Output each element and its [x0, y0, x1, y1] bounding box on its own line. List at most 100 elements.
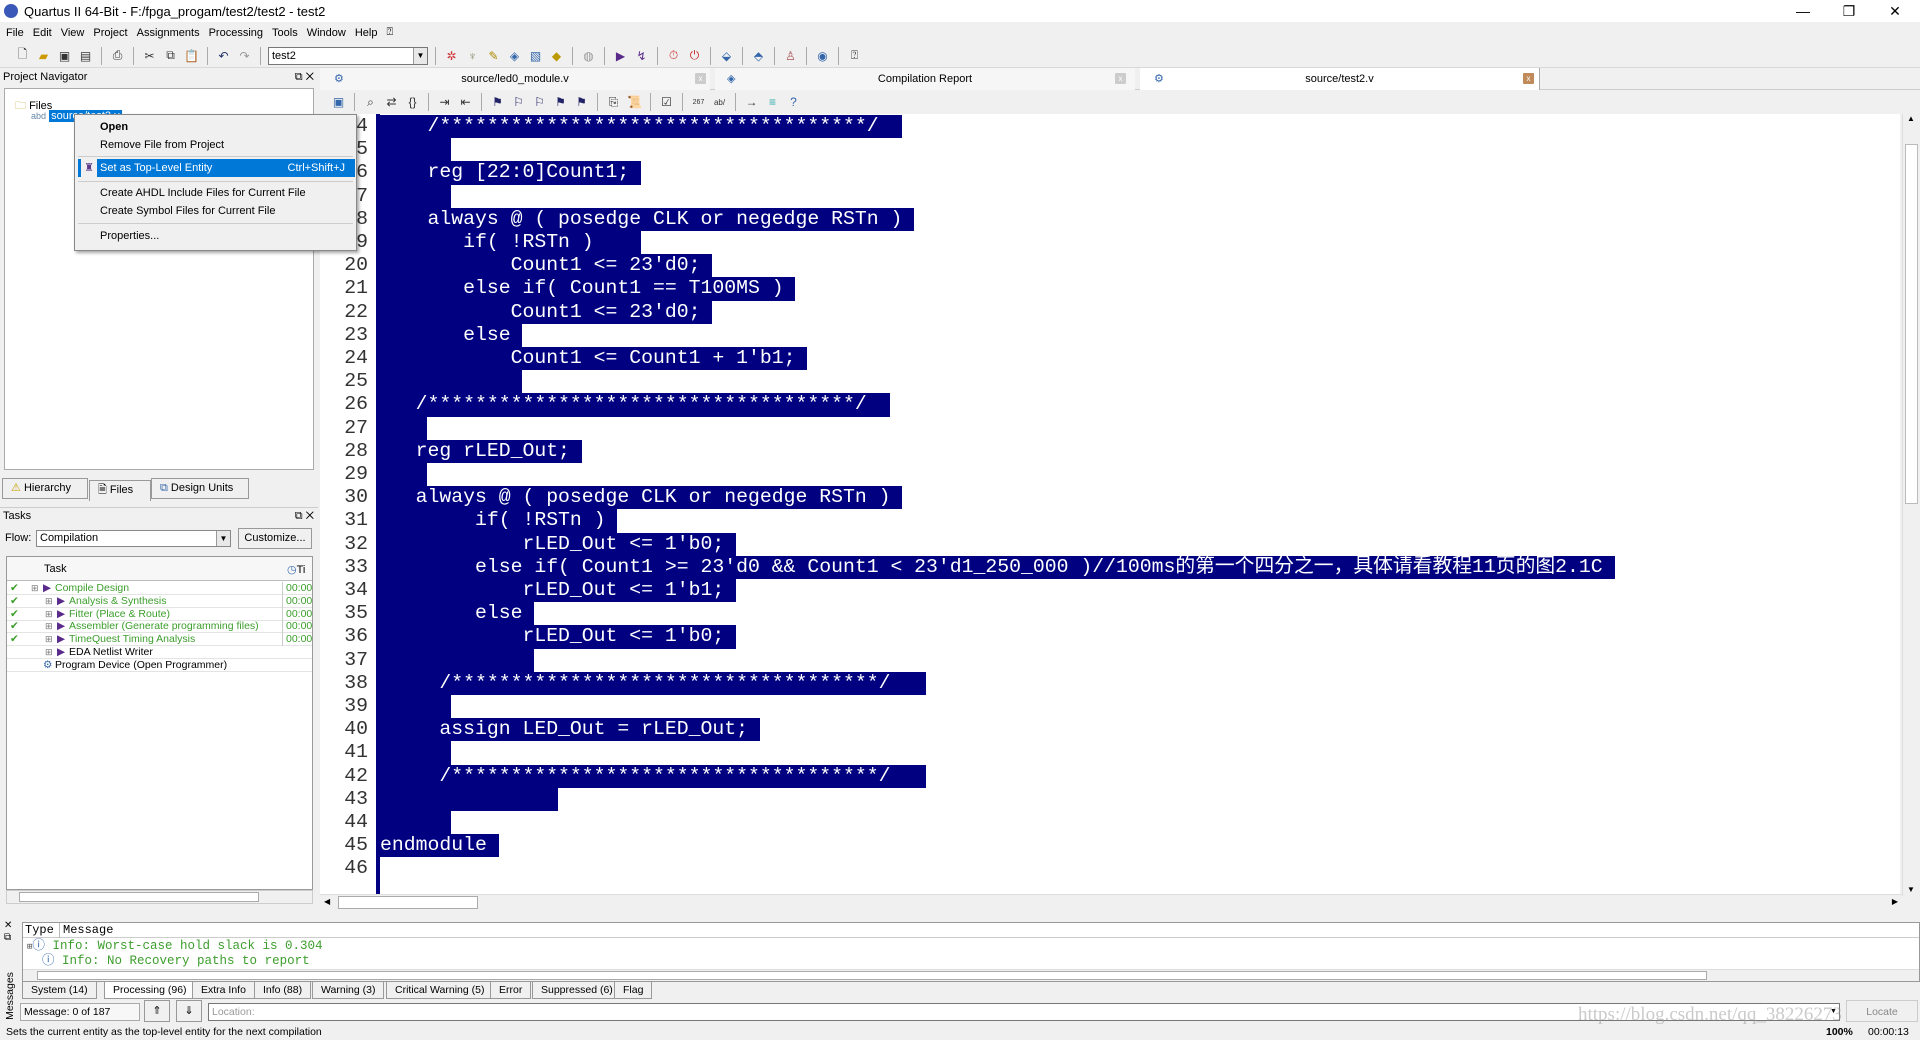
attach-icon[interactable]: ⎘ — [605, 94, 622, 111]
help-icon[interactable]: ◉ — [814, 47, 831, 64]
code-line[interactable]: /************************************/ — [380, 115, 903, 139]
menu-tools[interactable]: Tools — [272, 27, 298, 39]
code-line[interactable] — [380, 648, 535, 672]
redo-icon[interactable]: ↷ — [236, 47, 253, 64]
timing-icon[interactable]: ↯ — [633, 47, 650, 64]
toggle-bookmark-icon[interactable]: ⚑ — [489, 94, 506, 111]
messages-tab[interactable]: Error — [490, 982, 532, 999]
open-icon[interactable]: ▰ — [35, 47, 52, 64]
code-line[interactable]: else — [380, 323, 523, 347]
messages-tab[interactable]: System (14) — [22, 982, 97, 999]
code-line[interactable] — [380, 138, 452, 162]
code-line[interactable]: reg [22:0]Count1; — [380, 161, 642, 185]
menu-help[interactable]: Help — [355, 27, 378, 39]
previous-message-button[interactable]: ⇑ — [144, 1000, 170, 1022]
goto-line-icon[interactable]: → — [743, 94, 760, 111]
synthesis-icon[interactable]: ◈ — [506, 47, 523, 64]
code-line[interactable]: else if( Count1 == T100MS ) — [380, 277, 796, 301]
scrollbar-thumb[interactable] — [37, 971, 1707, 980]
unindent-icon[interactable]: ⇤ — [457, 94, 474, 111]
save-all-icon[interactable]: ▤ — [77, 47, 94, 64]
messages-tab[interactable]: Critical Warning (5) — [386, 982, 494, 999]
scrollbar-thumb[interactable] — [19, 892, 259, 902]
remove-bookmarks-icon[interactable]: ⚑ — [573, 94, 590, 111]
code-line[interactable]: assign LED_Out = rLED_Out; — [380, 718, 760, 742]
chevron-down-icon[interactable]: ▼ — [216, 531, 230, 546]
tab-test2[interactable]: ⚙ source/test2.v x — [1140, 68, 1540, 90]
menu-item-open[interactable]: Open — [100, 118, 128, 136]
compile-icon[interactable]: ✲ — [443, 47, 460, 64]
assembler-icon[interactable]: ◆ — [548, 47, 565, 64]
task-row[interactable]: ✔ ⊞ ▶ Assembler (Generate programming files… — [7, 620, 312, 634]
tab-hierarchy[interactable]: ⚠ Hierarchy — [2, 478, 88, 499]
minimize-button[interactable]: — — [1780, 0, 1826, 22]
messages-horizontal-scrollbar[interactable] — [23, 969, 1919, 981]
brackets-icon[interactable]: {} — [404, 94, 421, 111]
code-line[interactable] — [380, 370, 523, 394]
menu-window[interactable]: Window — [307, 27, 346, 39]
close-tab-icon[interactable]: x — [695, 73, 706, 84]
tab-led0-module[interactable]: ⚙ source/led0_module.v x — [320, 68, 710, 90]
expand-icon[interactable]: ⊞ — [45, 646, 53, 659]
templates-icon[interactable]: ▣ — [330, 94, 347, 111]
paste-icon[interactable]: 📋 — [183, 47, 200, 64]
scroll-left-icon[interactable]: ◀ — [324, 897, 330, 906]
menu-file[interactable]: File — [6, 27, 24, 39]
messages-tab[interactable]: Suppressed (6) — [532, 982, 622, 999]
programmer-icon[interactable]: ⚙ — [43, 659, 52, 672]
tasks-horizontal-scrollbar[interactable] — [6, 890, 313, 904]
check-syntax-icon[interactable]: ☑ — [658, 94, 675, 111]
undo-icon[interactable]: ↶ — [215, 47, 232, 64]
code-line[interactable]: reg rLED_Out; — [380, 439, 582, 463]
expand-icon[interactable]: ⊞ — [45, 595, 53, 608]
code-line[interactable]: rLED_Out <= 1'b0; — [380, 625, 737, 649]
code-line[interactable]: if( !RSTn ) — [380, 231, 642, 255]
menu-item-create-symbol[interactable]: Create Symbol Files for Current File — [100, 202, 275, 220]
run-icon[interactable]: ▶ — [57, 633, 65, 646]
menu-processing[interactable]: Processing — [209, 27, 263, 39]
column-message[interactable]: Message — [59, 923, 113, 938]
menu-item-properties[interactable]: Properties... — [100, 227, 159, 245]
save-icon[interactable]: ▣ — [56, 47, 73, 64]
chevron-down-icon[interactable]: ▼ — [413, 47, 427, 64]
run-icon[interactable]: ▶ — [57, 620, 65, 633]
scrollbar-thumb[interactable] — [1905, 144, 1918, 504]
messages-tab[interactable]: Extra Info — [192, 982, 255, 999]
column-task[interactable]: Task — [44, 563, 67, 575]
task-row[interactable]: ✔ ⊞ ▶ Compile Design 00:00 — [7, 582, 312, 595]
run-icon[interactable]: ▶ — [57, 646, 65, 659]
tab-design-units[interactable]: ⧉ Design Units — [151, 478, 249, 499]
whats-this-icon[interactable]: ⍰ — [846, 47, 863, 64]
editor-vertical-scrollbar[interactable]: ▲ ▼ — [1902, 114, 1920, 896]
close-button[interactable]: ✕ — [1872, 0, 1918, 22]
new-file-icon[interactable]: 🗋 — [14, 47, 31, 64]
expand-icon[interactable]: ⊞ — [45, 620, 53, 633]
code-line[interactable] — [380, 741, 452, 765]
code-line[interactable]: rLED_Out <= 1'b0; — [380, 532, 737, 556]
task-row[interactable]: ⚙ Program Device (Open Programmer) — [7, 659, 312, 672]
copy-icon[interactable]: ⧉ — [162, 47, 179, 64]
flow-select[interactable]: Compilation ▼ — [36, 530, 231, 547]
tab-files[interactable]: 🗎 Files — [89, 480, 151, 501]
list-icon[interactable]: ≡ — [764, 94, 781, 111]
scroll-down-icon[interactable]: ▼ — [1907, 885, 1915, 894]
menu-assignments[interactable]: Assignments — [137, 27, 200, 39]
analysis-icon[interactable]: ♆ — [464, 47, 481, 64]
code-line[interactable]: /************************************/ — [380, 393, 891, 417]
indent-icon[interactable]: ⇥ — [436, 94, 453, 111]
task-row[interactable]: ✔ ⊞ ▶ Analysis & Synthesis 00:00 — [7, 594, 312, 608]
code-line[interactable]: if( !RSTn ) — [380, 509, 618, 533]
code-line[interactable] — [380, 695, 452, 719]
pencil-icon[interactable]: ✎ — [485, 47, 502, 64]
close-tab-icon[interactable]: x — [1523, 73, 1534, 84]
task-row[interactable]: ✔ ⊞ ▶ TimeQuest Timing Analysis 00:00 — [7, 633, 312, 647]
task-row[interactable]: ✔ ⊞ ▶ Fitter (Place & Route) 00:00 — [7, 607, 312, 621]
expand-icon[interactable]: ⊞ — [45, 633, 53, 646]
locate-button[interactable]: Locate — [1846, 1000, 1918, 1022]
run-icon[interactable]: ▶ — [43, 582, 51, 595]
menu-item-create-ahdl[interactable]: Create AHDL Include Files for Current Fi… — [100, 184, 306, 202]
expand-icon[interactable]: ⊞ — [31, 582, 39, 595]
stopwatch-icon[interactable]: ⏱ — [665, 47, 682, 64]
find-icon[interactable]: ⌕ — [362, 94, 379, 111]
code-line[interactable] — [380, 184, 452, 208]
